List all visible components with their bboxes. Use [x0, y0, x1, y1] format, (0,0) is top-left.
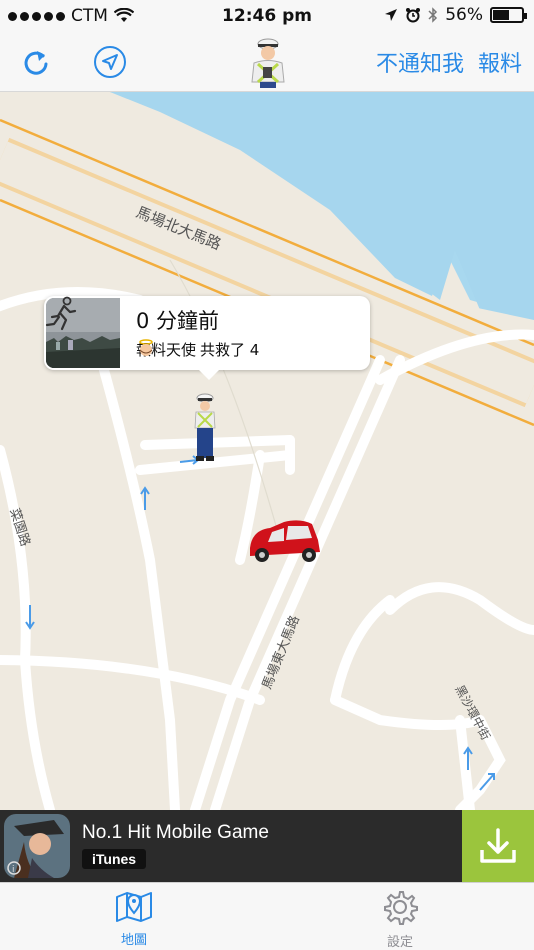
battery-fill [493, 10, 509, 20]
rescued-count-label: 共救了 4 [200, 341, 260, 359]
traffic-officer-logo [244, 36, 292, 90]
map-icon [116, 892, 152, 922]
ad-download-button[interactable] [462, 810, 534, 882]
status-right: 56% [384, 5, 527, 25]
alarm-icon [406, 8, 421, 23]
locate-button[interactable] [90, 42, 130, 82]
ad-title: No.1 Hit Mobile Game [82, 822, 269, 843]
location-arrow-icon [94, 46, 126, 78]
svg-text:i: i [12, 865, 15, 875]
reporter-info: 報料天使 共救了 4 [136, 339, 259, 360]
report-button[interactable]: 報料 [478, 46, 522, 78]
map-view[interactable]: 馬場北大馬路 馬場東大馬路 菜園路 黑沙環中街 0 分鐘前 報料天使 共救了 4 [0, 92, 534, 810]
report-callout[interactable]: 0 分鐘前 報料天使 共救了 4 [44, 296, 370, 380]
tab-bar: 地圖 設定 [0, 882, 534, 950]
angel-icon [139, 339, 153, 356]
report-time-label: 0 分鐘前 [136, 309, 220, 333]
mute-notifications-button[interactable]: 不通知我 [376, 46, 464, 78]
tab-settings[interactable]: 設定 [360, 889, 440, 950]
gear-icon [384, 891, 418, 925]
tab-settings-label: 設定 [386, 935, 413, 950]
ad-app-icon[interactable]: i [4, 814, 70, 878]
battery-percent: 56% [445, 5, 483, 25]
nav-bar: 不通知我 報料 [0, 34, 534, 92]
download-icon [480, 828, 516, 863]
ad-store-badge: iTunes [82, 849, 147, 869]
ad-banner[interactable]: i No.1 Hit Mobile Game iTunes [0, 810, 534, 882]
tab-map[interactable]: 地圖 [94, 889, 174, 948]
battery-icon [490, 7, 527, 23]
tab-map-label: 地圖 [120, 933, 147, 948]
location-services-icon [385, 9, 398, 21]
map-canvas: 馬場北大馬路 馬場東大馬路 菜園路 黑沙環中街 [0, 92, 534, 810]
walking-person-icon[interactable] [44, 296, 78, 332]
refresh-icon [24, 51, 48, 75]
nav-right-actions: 不通知我 報料 [376, 46, 522, 78]
refresh-button[interactable] [16, 42, 56, 82]
status-bar: CTM 12:46 pm 56% [0, 0, 534, 34]
bluetooth-icon [428, 7, 438, 23]
